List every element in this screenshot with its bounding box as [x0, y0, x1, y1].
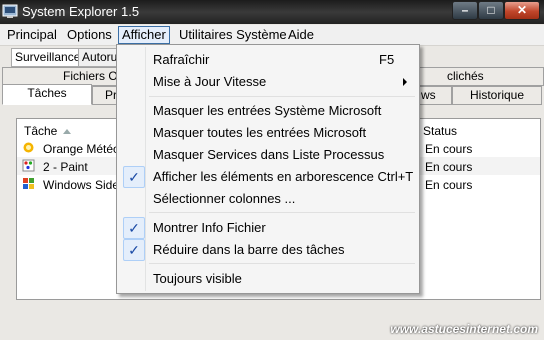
checkmark-icon: ✓ [123, 166, 145, 188]
menu-item-shortcut: F5 [379, 52, 395, 67]
tab-historique[interactable]: Historique [452, 86, 542, 105]
column-header-status[interactable]: Status [423, 124, 457, 138]
maximize-icon: □ [487, 3, 495, 17]
menu-utilitaires-systeme[interactable]: Utilitaires Système [176, 27, 290, 43]
menu-item-label: Masquer Services dans Liste Processus [153, 147, 385, 162]
tab-taches[interactable]: Tâches [2, 84, 92, 105]
menu-item-label: Montrer Info Fichier [153, 220, 266, 235]
submenu-arrow-icon [403, 78, 407, 86]
column-header-tache[interactable]: Tâche [24, 124, 57, 138]
menu-item-label: Afficher les éléments en arborescence Ct… [153, 169, 414, 184]
tab-label: clichés [447, 69, 484, 83]
app-window: System Explorer 1.5 – □ ✕ Principal Opti… [0, 0, 544, 340]
menu-item-montrer-info-fichier[interactable]: ✓ Montrer Info Fichier [119, 216, 417, 239]
watermark: www.astucesinternet.com [390, 322, 538, 336]
task-name: Orange Météo [43, 142, 120, 156]
afficher-dropdown-menu: Rafraîchir F5 Mise à Jour Vitesse Masque… [116, 44, 420, 294]
menu-item-label: Mise à Jour Vitesse [153, 74, 267, 89]
tab-cliches[interactable]: clichés [418, 67, 544, 86]
sort-ascending-icon [63, 129, 71, 134]
menu-bar: Principal Options Afficher Utilitaires S… [0, 25, 544, 46]
menu-item-masquer-toutes-microsoft[interactable]: Masquer toutes les entrées Microsoft [119, 121, 417, 143]
task-status: En cours [425, 160, 473, 174]
title-bar[interactable]: System Explorer 1.5 – □ ✕ [0, 0, 544, 24]
maximize-button[interactable]: □ [478, 1, 504, 20]
tab-windows[interactable]: ws [418, 86, 452, 105]
minimize-button[interactable]: – [452, 1, 478, 20]
menu-item-label: Sélectionner colonnes ... [153, 191, 296, 206]
menu-principal[interactable]: Principal [4, 27, 60, 43]
close-button[interactable]: ✕ [504, 1, 540, 20]
orange-meteo-icon [23, 142, 34, 153]
paint-icon [22, 159, 35, 172]
menu-item-arborescence[interactable]: ✓ Afficher les éléments en arborescence … [119, 165, 417, 188]
menu-item-label: Masquer les entrées Système Microsoft [153, 103, 382, 118]
minimize-icon: – [461, 3, 469, 17]
menu-item-reduire-barre-taches[interactable]: ✓ Réduire dans la barre des tâches [119, 238, 417, 261]
menu-item-label: Réduire dans la barre des tâches [153, 242, 345, 257]
close-icon: ✕ [516, 3, 528, 17]
menu-afficher[interactable]: Afficher [118, 26, 170, 44]
menu-separator [149, 263, 415, 264]
menu-item-rafraichir[interactable]: Rafraîchir F5 [119, 48, 417, 70]
menu-item-mise-a-jour-vitesse[interactable]: Mise à Jour Vitesse [119, 70, 417, 92]
menu-item-toujours-visible[interactable]: Toujours visible [119, 267, 417, 289]
app-icon [2, 4, 18, 18]
menu-separator [149, 212, 415, 213]
task-name: Windows Sideb [43, 178, 126, 192]
menu-item-masquer-services[interactable]: Masquer Services dans Liste Processus [119, 143, 417, 165]
menu-item-label: Rafraîchir [153, 52, 210, 67]
task-status: En cours [425, 178, 473, 192]
task-status: En cours [425, 142, 473, 156]
tab-label: ws [421, 88, 436, 102]
subtab-surveillance[interactable]: Surveillance [11, 48, 85, 67]
menu-item-label: Toujours visible [153, 271, 242, 286]
checkmark-icon: ✓ [123, 239, 145, 261]
checkmark-icon: ✓ [123, 217, 145, 239]
menu-separator [149, 96, 415, 97]
menu-item-label: Masquer toutes les entrées Microsoft [153, 125, 367, 140]
windows-sidebar-icon [23, 178, 34, 189]
menu-options[interactable]: Options [64, 27, 115, 43]
menu-aide[interactable]: Aide [285, 27, 317, 43]
task-name: 2 - Paint [43, 160, 88, 174]
menu-item-masquer-systeme-microsoft[interactable]: Masquer les entrées Système Microsoft [119, 99, 417, 121]
menu-item-selectionner-colonnes[interactable]: Sélectionner colonnes ... [119, 187, 417, 209]
window-title: System Explorer 1.5 [22, 4, 140, 19]
